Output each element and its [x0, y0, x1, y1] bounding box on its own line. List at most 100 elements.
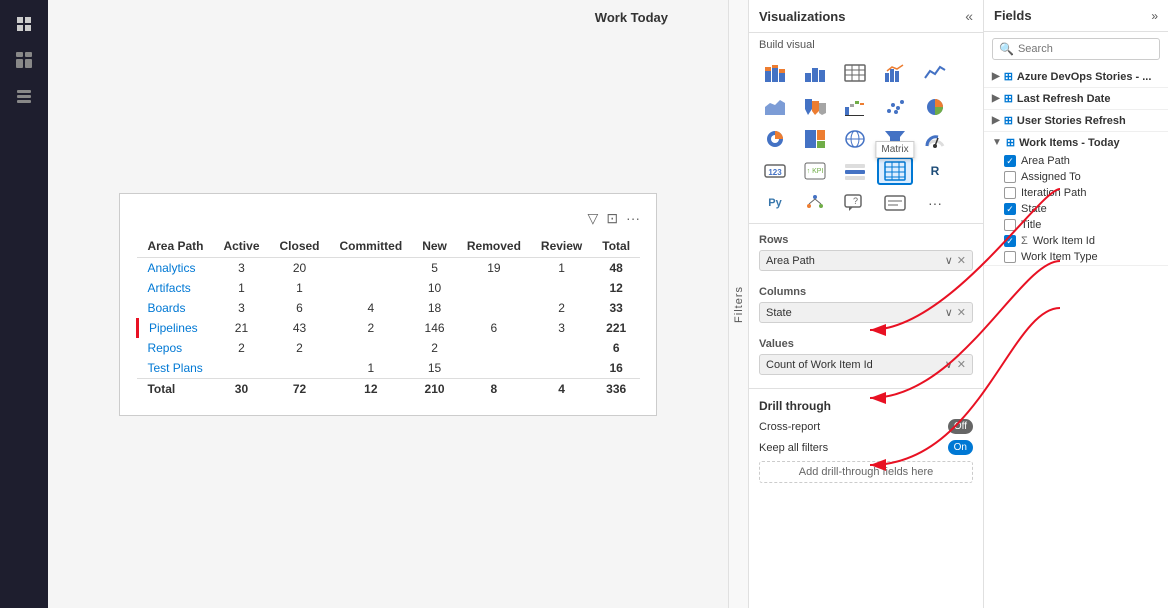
drill-through-section: Drill through Cross-report Off Keep all …: [749, 393, 983, 489]
field-checkbox-state[interactable]: ✓: [1004, 203, 1016, 215]
fields-search-box[interactable]: 🔍: [992, 38, 1160, 60]
more-viz-btn[interactable]: ···: [917, 189, 953, 217]
sidebar-layers-icon[interactable]: [8, 80, 40, 112]
rows-field-pill[interactable]: Area Path ∨ ✕: [759, 250, 973, 271]
table-icon: ⊞: [1004, 114, 1013, 127]
add-drill-through-field[interactable]: Add drill-through fields here: [759, 461, 973, 483]
fields-expand-button[interactable]: »: [1151, 9, 1158, 23]
stacked-bar-viz-btn[interactable]: [757, 59, 793, 87]
values-field-pill[interactable]: Count of Work Item Id ∨ ✕: [759, 354, 973, 375]
field-group-refresh-date-header[interactable]: ▶ ⊞ Last Refresh Date: [984, 88, 1168, 109]
columns-field-chevron[interactable]: ∨: [945, 306, 953, 319]
area-viz-btn[interactable]: [757, 93, 793, 121]
smart-narrative-viz-btn[interactable]: [877, 189, 913, 217]
line-viz-btn[interactable]: [917, 59, 953, 87]
field-item-work-item-id[interactable]: ✓ Σ Work Item Id: [984, 233, 1168, 249]
table-icon: ⊞: [1004, 92, 1013, 105]
field-group-azure-header[interactable]: ▶ ⊞ Azure DevOps Stories - ...: [984, 66, 1168, 87]
chevron-right-icon: ▶: [992, 71, 1000, 82]
ribbon-viz-btn[interactable]: [797, 93, 833, 121]
field-label-title: Title: [1021, 219, 1041, 231]
decomp-tree-viz-btn[interactable]: [797, 189, 833, 217]
pie-viz-btn[interactable]: [917, 93, 953, 121]
values-field-remove[interactable]: ✕: [957, 358, 966, 371]
field-item-assigned-to[interactable]: Assigned To: [984, 169, 1168, 185]
build-visual-label: Build visual: [749, 33, 983, 55]
sidebar-grid-icon[interactable]: [8, 44, 40, 76]
field-item-title[interactable]: Title: [984, 217, 1168, 233]
field-label-assigned-to: Assigned To: [1021, 171, 1081, 183]
cell: 18: [412, 298, 457, 318]
fields-panel: Fields » 🔍 ▶ ⊞ Azure DevOps Stories - ..…: [984, 0, 1168, 608]
field-group-user-stories-label: User Stories Refresh: [1017, 115, 1126, 127]
field-checkbox-work-item-id[interactable]: ✓: [1004, 235, 1016, 247]
filters-strip[interactable]: Filters: [729, 0, 749, 608]
kpi-viz-btn[interactable]: ↑ KPI: [797, 157, 833, 185]
py-viz-btn[interactable]: Py: [757, 189, 793, 217]
gauge-viz-btn[interactable]: [917, 125, 953, 153]
treemap-viz-btn[interactable]: [797, 125, 833, 153]
field-checkbox-iteration-path[interactable]: [1004, 187, 1016, 199]
cell: 2: [213, 338, 269, 358]
work-today-label: Work Today: [595, 10, 668, 25]
keep-filters-toggle[interactable]: On: [948, 440, 973, 455]
scatter-viz-btn[interactable]: [877, 93, 913, 121]
cell: [531, 358, 592, 379]
sigma-icon: Σ: [1021, 235, 1028, 247]
cell: 12: [330, 378, 413, 399]
cell-total: 221: [592, 318, 640, 338]
values-field-chevron[interactable]: ∨: [945, 358, 953, 371]
area-pipelines: Pipelines: [137, 318, 213, 338]
table-viz-btn[interactable]: [837, 59, 873, 87]
field-item-area-path[interactable]: ✓ Area Path: [984, 153, 1168, 169]
field-item-work-item-type[interactable]: Work Item Type: [984, 249, 1168, 265]
bar-chart-viz-btn[interactable]: [797, 59, 833, 87]
cell: 2: [270, 338, 330, 358]
cell-total: 33: [592, 298, 640, 318]
fields-search-input[interactable]: [1018, 43, 1160, 55]
cell: 8: [457, 378, 531, 399]
matrix-tooltip: Matrix: [875, 141, 914, 158]
map-viz-btn[interactable]: [837, 125, 873, 153]
donut-viz-btn[interactable]: [757, 125, 793, 153]
columns-field-remove[interactable]: ✕: [957, 306, 966, 319]
combo-viz-btn[interactable]: [877, 59, 913, 87]
rows-field-remove[interactable]: ✕: [957, 254, 966, 267]
field-checkbox-title[interactable]: [1004, 219, 1016, 231]
cell: [457, 338, 531, 358]
focus-icon[interactable]: ⊡: [606, 210, 618, 227]
more-options-icon[interactable]: ···: [626, 210, 640, 227]
main-content: Work Today ▽ ⊡ ··· Area Path Active Clos…: [48, 0, 728, 608]
pill-actions: ∨ ✕: [945, 306, 966, 319]
field-group-user-stories-header[interactable]: ▶ ⊞ User Stories Refresh: [984, 110, 1168, 131]
table-row: Test Plans 1 15 16: [137, 358, 640, 379]
qa-viz-btn[interactable]: ?: [837, 189, 873, 217]
sidebar-home-icon[interactable]: [8, 8, 40, 40]
matrix-viz-btn[interactable]: Matrix: [877, 157, 913, 185]
r-viz-btn[interactable]: R: [917, 157, 953, 185]
field-group-work-items-header[interactable]: ▼ ⊞ Work Items - Today: [984, 132, 1168, 153]
cell: 15: [412, 358, 457, 379]
keep-filters-row: Keep all filters On: [759, 440, 973, 455]
field-item-state[interactable]: ✓ State: [984, 201, 1168, 217]
cell-total: 12: [592, 278, 640, 298]
area-testplans: Test Plans: [137, 358, 213, 379]
field-checkbox-work-item-type[interactable]: [1004, 251, 1016, 263]
field-label-work-item-type: Work Item Type: [1021, 251, 1098, 263]
area-boards: Boards: [137, 298, 213, 318]
waterfall-viz-btn[interactable]: [837, 93, 873, 121]
field-checkbox-area-path[interactable]: ✓: [1004, 155, 1016, 167]
rows-field-chevron[interactable]: ∨: [945, 254, 953, 267]
slicer-viz-btn[interactable]: [837, 157, 873, 185]
columns-field-pill[interactable]: State ∨ ✕: [759, 302, 973, 323]
field-item-iteration-path[interactable]: Iteration Path: [984, 185, 1168, 201]
field-group-user-stories: ▶ ⊞ User Stories Refresh: [984, 110, 1168, 132]
field-group-refresh-date-label: Last Refresh Date: [1017, 93, 1111, 105]
svg-text:?: ?: [853, 196, 858, 206]
cell: 2: [531, 298, 592, 318]
card-viz-btn[interactable]: 123: [757, 157, 793, 185]
viz-collapse-button[interactable]: «: [965, 8, 973, 24]
field-checkbox-assigned-to[interactable]: [1004, 171, 1016, 183]
filter-icon[interactable]: ▽: [588, 210, 599, 227]
cross-report-toggle[interactable]: Off: [948, 419, 973, 434]
